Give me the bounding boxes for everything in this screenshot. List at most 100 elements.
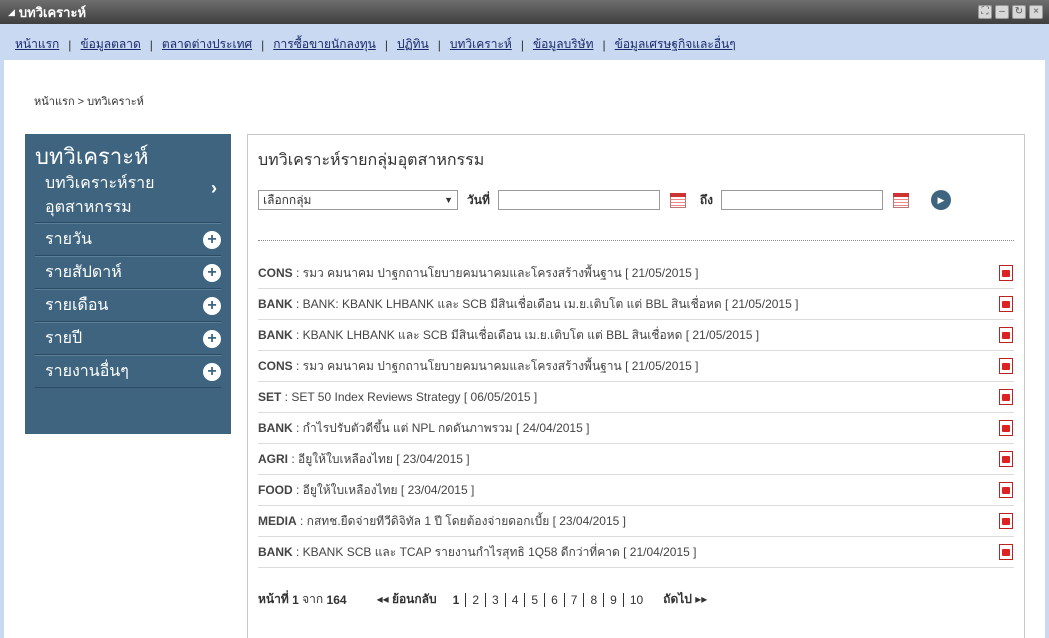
nav-investor-trading[interactable]: การซื้อขายนักลงทุน <box>273 35 376 54</box>
plus-circle-icon[interactable]: + <box>203 362 221 381</box>
sidebar-item-industry[interactable]: บทวิเคราะห์ราย อุตสาหกรรม › <box>35 172 221 223</box>
date-from-label: วันที่ <box>467 192 490 207</box>
plus-circle-icon[interactable]: + <box>203 230 221 249</box>
sector-code: BANK <box>258 296 293 311</box>
window-frame: หน้าแรก | ข้อมูลตลาด | ตลาดต่างประเทศ | การ… <box>0 24 1049 638</box>
plus-circle-icon[interactable]: + <box>203 263 221 282</box>
page-title: บทวิเคราะห์รายกลุ่มอุตสาหกรรม <box>258 152 485 169</box>
article-title[interactable]: : กำไรปรับตัวดีขึ้น แต่ NPL กดดันภาพรวม … <box>293 421 589 435</box>
nav-calendar[interactable]: ปฏิทิน <box>397 35 429 54</box>
prev-page-button[interactable]: ◂◂ ย้อนกลับ <box>377 590 437 609</box>
filter-bar: เลือกกลุ่ม ▼ วันที่ ถึง ▶ <box>258 190 951 210</box>
collapse-triangle-icon[interactable]: ◢ <box>8 7 15 18</box>
article-title[interactable]: : BANK: KBANK LHBANK และ SCB มีสินเชื่อเ… <box>293 297 798 311</box>
page-link-4[interactable]: 4 <box>504 592 525 607</box>
date-from-input[interactable] <box>497 190 660 210</box>
calendar-icon[interactable] <box>669 192 686 208</box>
article-title[interactable]: : รมว คมนาคม ปาฐกถานโยบายคมนาคมและโครงสร… <box>293 359 698 373</box>
article-list: CONS : รมว คมนาคม ปาฐกถานโยบายคมนาคมและโ… <box>258 258 1014 568</box>
sidebar-item-other-reports[interactable]: รายงานอื่นๆ + <box>35 355 221 388</box>
sidebar-item-monthly[interactable]: รายเดือน + <box>35 289 221 322</box>
close-icon[interactable]: × <box>1029 5 1043 19</box>
article-title[interactable]: : KBANK SCB และ TCAP รายงานกำไรสุทธิ 1Q5… <box>293 545 697 559</box>
next-page-button[interactable]: ถัดไป ▸▸ <box>663 590 707 609</box>
breadcrumb: หน้าแรก > บทวิเคราะห์ <box>34 96 144 108</box>
group-select[interactable]: เลือกกลุ่ม ▼ <box>258 190 458 210</box>
window-title: บทวิเคราะห์ <box>18 4 87 20</box>
sidebar-item-weekly[interactable]: รายสัปดาห์ + <box>35 256 221 289</box>
article-title[interactable]: : กสทช.ยืดจ่ายทีวีดิจิทัล 1 ปี โดยต้องจ่… <box>297 514 626 528</box>
refresh-icon[interactable]: ↻ <box>1012 5 1026 19</box>
divider <box>258 240 1014 241</box>
nav-company-info[interactable]: ข้อมูลบริษัท <box>533 35 594 54</box>
plus-circle-icon[interactable]: + <box>203 296 221 315</box>
sidebar-item-label: รายสัปดาห์ <box>45 264 122 281</box>
content-panel: บทวิเคราะห์รายกลุ่มอุตสาหกรรม เลือกกลุ่ม… <box>247 134 1025 638</box>
maximize-icon[interactable]: ⛶ <box>978 5 992 19</box>
pdf-icon[interactable] <box>999 296 1013 312</box>
minimize-icon[interactable]: – <box>995 5 1009 19</box>
list-item[interactable]: CONS : รมว คมนาคม ปาฐกถานโยบายคมนาคมและโ… <box>258 351 1014 382</box>
pdf-icon[interactable] <box>999 265 1013 281</box>
window-controls: ⛶ – ↻ × <box>978 5 1043 19</box>
list-item[interactable]: CONS : รมว คมนาคม ปาฐกถานโยบายคมนาคมและโ… <box>258 258 1014 289</box>
article-title[interactable]: : KBANK LHBANK และ SCB มีสินเชื่อเดือน เ… <box>293 328 759 342</box>
list-item[interactable]: SET : SET 50 Index Reviews Strategy [ 06… <box>258 382 1014 413</box>
plus-circle-icon[interactable]: + <box>203 329 221 348</box>
search-go-button[interactable]: ▶ <box>930 190 951 210</box>
pdf-icon[interactable] <box>999 327 1013 343</box>
nav-analysis[interactable]: บทวิเคราะห์ <box>450 35 512 54</box>
pdf-icon[interactable] <box>999 358 1013 374</box>
nav-foreign-markets[interactable]: ตลาดต่างประเทศ <box>162 35 252 54</box>
top-nav: หน้าแรก | ข้อมูลตลาด | ตลาดต่างประเทศ | การ… <box>15 35 736 54</box>
page-link-6[interactable]: 6 <box>544 592 564 607</box>
list-item[interactable]: BANK : KBANK LHBANK และ SCB มีสินเชื่อเด… <box>258 320 1014 351</box>
article-title[interactable]: : อียูให้ใบเหลืองไทย [ 23/04/2015 ] <box>288 452 469 466</box>
list-item[interactable]: AGRI : อียูให้ใบเหลืองไทย [ 23/04/2015 ] <box>258 444 1014 475</box>
page-link-5[interactable]: 5 <box>524 592 544 607</box>
list-item[interactable]: BANK : BANK: KBANK LHBANK และ SCB มีสินเ… <box>258 289 1014 320</box>
sidebar-item-label: อุตสาหกรรม <box>45 199 132 216</box>
dropdown-arrow-icon: ▼ <box>444 195 453 205</box>
sidebar-item-label: บทวิเคราะห์ราย <box>45 175 155 192</box>
list-item[interactable]: FOOD : อียูให้ใบเหลืองไทย [ 23/04/2015 ] <box>258 475 1014 506</box>
page-link-1[interactable]: 1 <box>447 593 466 607</box>
pdf-icon[interactable] <box>999 544 1013 560</box>
page-prefix: หน้าที่ <box>258 592 289 606</box>
nav-home[interactable]: หน้าแรก <box>15 35 59 54</box>
sector-code: CONS <box>258 265 293 280</box>
page-link-10[interactable]: 10 <box>622 592 649 607</box>
pagination: หน้าที่ 1 จาก 164 ◂◂ ย้อนกลับ 1 2 3 4 5 … <box>258 590 707 609</box>
sector-code: MEDIA <box>258 513 297 528</box>
page-link-8[interactable]: 8 <box>583 592 603 607</box>
pdf-icon[interactable] <box>999 482 1013 498</box>
list-item[interactable]: BANK : KBANK SCB และ TCAP รายงานกำไรสุทธ… <box>258 537 1014 568</box>
page-link-7[interactable]: 7 <box>563 592 584 607</box>
pdf-icon[interactable] <box>999 420 1013 436</box>
sidebar-item-daily[interactable]: รายวัน + <box>35 223 221 256</box>
page-of-label: จาก <box>302 592 324 606</box>
sector-code: BANK <box>258 544 293 559</box>
window-titlebar: ◢ บทวิเคราะห์ ⛶ – ↻ × <box>0 0 1049 24</box>
article-title[interactable]: : SET 50 Index Reviews Strategy [ 06/05/… <box>281 390 538 404</box>
date-to-input[interactable] <box>720 190 883 210</box>
pdf-icon[interactable] <box>999 389 1013 405</box>
sidebar-item-yearly[interactable]: รายปี + <box>35 322 221 355</box>
sidebar-title: บทวิเคราะห์ <box>35 144 149 169</box>
pdf-icon[interactable] <box>999 513 1013 529</box>
sector-code: SET <box>258 390 282 404</box>
calendar-icon[interactable] <box>892 192 909 208</box>
article-title[interactable]: : อียูให้ใบเหลืองไทย [ 23/04/2015 ] <box>293 483 474 497</box>
page-link-9[interactable]: 9 <box>603 592 623 607</box>
sidebar: บทวิเคราะห์ บทวิเคราะห์ราย อุตสาหกรรม › … <box>25 134 231 434</box>
sector-code: AGRI <box>258 451 288 466</box>
list-item[interactable]: BANK : กำไรปรับตัวดีขึ้น แต่ NPL กดดันภา… <box>258 413 1014 444</box>
sector-code: BANK <box>258 327 293 342</box>
article-title[interactable]: : รมว คมนาคม ปาฐกถานโยบายคมนาคมและโครงสร… <box>293 266 698 280</box>
nav-economy[interactable]: ข้อมูลเศรษฐกิจและอื่นๆ <box>615 35 736 54</box>
nav-market-data[interactable]: ข้อมูลตลาด <box>80 35 140 54</box>
page-link-2[interactable]: 2 <box>465 592 485 607</box>
pdf-icon[interactable] <box>999 451 1013 467</box>
page-link-3[interactable]: 3 <box>485 592 505 607</box>
list-item[interactable]: MEDIA : กสทช.ยืดจ่ายทีวีดิจิทัล 1 ปี โดย… <box>258 506 1014 537</box>
